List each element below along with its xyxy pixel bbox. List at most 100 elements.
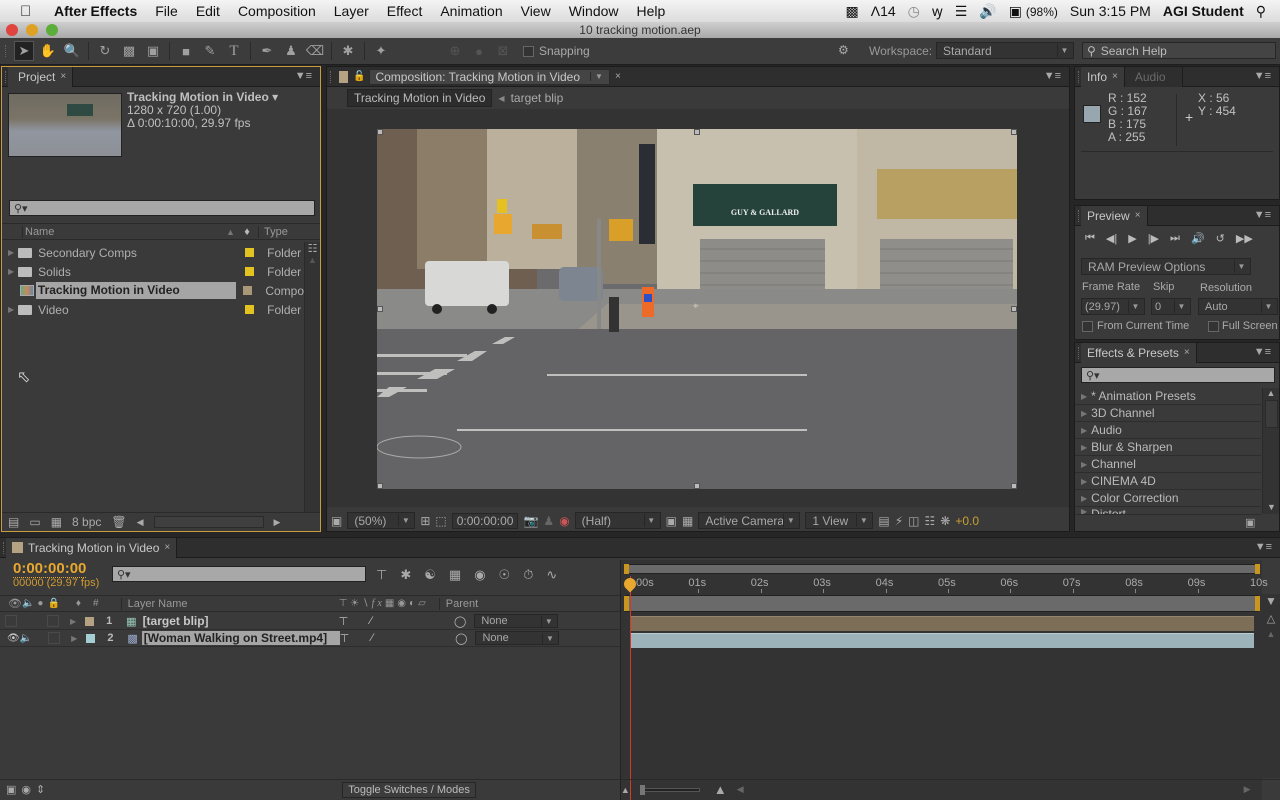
previous-frame-icon[interactable]: ◀| xyxy=(1106,232,1117,245)
bounding-handle[interactable] xyxy=(377,129,383,135)
menu-effect[interactable]: Effect xyxy=(378,3,432,19)
puppet-pin-tool-icon[interactable]: ✦ xyxy=(371,41,391,61)
effect-category[interactable]: ▶ 3D Channel xyxy=(1075,405,1261,422)
toolbar-grip[interactable] xyxy=(5,45,8,57)
effect-category[interactable]: ▶ * Animation Presets xyxy=(1075,388,1261,405)
tab-info[interactable]: Info × xyxy=(1081,66,1125,87)
workspace-dropdown[interactable]: Standard ▼ xyxy=(936,42,1074,59)
timeline-zoom-slider[interactable] xyxy=(639,784,700,795)
auto-keyframe-icon[interactable]: ⏱ xyxy=(523,567,533,583)
next-frame-icon[interactable]: |▶ xyxy=(1148,232,1159,245)
panel-menu-icon[interactable]: ▼≡ xyxy=(1255,541,1272,553)
flowchart-icon[interactable]: ☷ xyxy=(924,514,935,528)
horizontal-scrollbar[interactable] xyxy=(153,516,264,528)
project-item[interactable]: ▶ Solids Folder xyxy=(2,262,304,281)
project-item[interactable]: ▶ Secondary Comps Folder xyxy=(2,243,304,262)
sort-ascending-icon[interactable]: ▲ xyxy=(226,227,236,237)
navigator-start-handle[interactable] xyxy=(624,564,629,574)
screen-record-icon[interactable]: ▩ xyxy=(846,3,859,20)
first-frame-icon[interactable]: ⏮ xyxy=(1085,232,1095,245)
expand-triangle-icon[interactable]: ▶ xyxy=(8,305,14,314)
hand-tool-icon[interactable]: ✋ xyxy=(38,41,58,61)
user-name[interactable]: AGI Student xyxy=(1163,3,1244,19)
draft-3d-icon[interactable]: ✱ xyxy=(400,567,411,583)
breadcrumb-root[interactable]: Tracking Motion in Video xyxy=(347,89,493,107)
effect-category[interactable]: ▶ Blur & Sharpen xyxy=(1075,439,1261,456)
in-out-stretch-icon[interactable]: ⇕ xyxy=(36,783,45,796)
close-icon[interactable]: × xyxy=(1184,347,1190,358)
parent-pickwhip-icon[interactable]: ◯ xyxy=(455,632,467,645)
transparency-grid-icon[interactable]: ▦ xyxy=(682,514,693,528)
label-swatch[interactable] xyxy=(245,305,255,314)
interpret-footage-icon[interactable]: ▤ xyxy=(8,515,19,529)
graph-editor-icon[interactable]: ∿ xyxy=(546,567,557,583)
label-column-icon[interactable]: ♦ xyxy=(236,226,258,238)
expand-triangle-icon[interactable]: ▶ xyxy=(1081,460,1087,469)
current-time-field[interactable]: 0:00:00:00 xyxy=(451,512,519,529)
workspace-settings-icon[interactable]: ⚙ xyxy=(838,43,849,57)
layer-label-color[interactable] xyxy=(86,633,96,643)
menu-app-name[interactable]: After Effects xyxy=(42,3,146,19)
layer-name[interactable]: [Woman Walking on Street.mp4] xyxy=(141,631,340,645)
panel-menu-icon[interactable]: ▼≡ xyxy=(1254,209,1271,221)
show-snapshot-icon[interactable]: ♟ xyxy=(543,514,554,528)
column-parent[interactable]: Parent xyxy=(438,597,478,610)
bounding-handle[interactable] xyxy=(377,483,383,489)
ram-preview-icon[interactable]: ▶▶ xyxy=(1236,232,1253,245)
effect-category[interactable]: ▶ Color Correction xyxy=(1075,490,1261,507)
column-type[interactable]: Type xyxy=(258,225,288,238)
close-icon[interactable]: × xyxy=(1112,71,1118,82)
expand-triangle-icon[interactable]: ▶ xyxy=(1081,443,1087,452)
mask-visibility-icon[interactable]: ⬚ xyxy=(435,514,446,528)
menu-window[interactable]: Window xyxy=(560,3,628,19)
full-screen-checkbox[interactable] xyxy=(1208,321,1219,332)
new-composition-icon[interactable]: ▦ xyxy=(51,515,62,529)
bounding-handle[interactable] xyxy=(694,129,700,135)
solo-icon[interactable]: ● xyxy=(37,598,43,609)
effect-category[interactable]: ▶ Distort xyxy=(1075,507,1261,515)
expand-triangle-icon[interactable]: ▶ xyxy=(1081,507,1087,514)
menu-animation[interactable]: Animation xyxy=(431,3,511,19)
effect-category[interactable]: ▶ Audio xyxy=(1075,422,1261,439)
column-number[interactable]: # xyxy=(93,598,99,609)
tab-project[interactable]: Project × xyxy=(8,66,74,87)
layer-bar-woman-walking[interactable] xyxy=(630,633,1254,648)
channel-icon[interactable]: ◉ xyxy=(559,514,569,528)
timeline-icon[interactable]: ◫ xyxy=(908,514,919,528)
selection-tool-icon[interactable]: ➤ xyxy=(14,41,34,61)
adobe-icon[interactable]: Λ14 xyxy=(871,3,896,19)
close-icon[interactable]: × xyxy=(1135,210,1141,221)
trash-icon[interactable]: 🗑 xyxy=(111,515,126,529)
chevron-down-icon[interactable]: ▼ xyxy=(590,72,603,81)
bounding-handle[interactable] xyxy=(1011,483,1017,489)
expand-triangle-icon[interactable]: ▶ xyxy=(1081,477,1087,486)
resolution-dropdown[interactable]: Auto ▼ xyxy=(1198,298,1278,315)
shy-switch-icon[interactable]: ⊤ xyxy=(339,615,349,628)
lock-toggle[interactable] xyxy=(47,615,59,627)
column-name[interactable]: Name xyxy=(22,225,226,238)
new-folder-icon[interactable]: ▭ xyxy=(29,515,40,529)
panel-menu-icon[interactable]: ▼≡ xyxy=(1254,346,1271,358)
tab-audio[interactable]: Audio xyxy=(1124,66,1183,87)
menu-edit[interactable]: Edit xyxy=(187,3,229,19)
lock-toggle[interactable] xyxy=(48,632,61,644)
bounding-handle[interactable] xyxy=(377,306,383,312)
anchor-point-icon[interactable]: ⌖ xyxy=(693,301,699,312)
battery-icon[interactable]: ▣ (98%) xyxy=(1009,3,1058,20)
current-time-display[interactable]: 0:00:00:00 xyxy=(13,560,87,578)
bounding-handle[interactable] xyxy=(1011,129,1017,135)
mute-audio-icon[interactable]: 🔊 xyxy=(1191,232,1205,245)
pan-behind-tool-icon[interactable]: ▣ xyxy=(143,41,163,61)
menu-composition[interactable]: Composition xyxy=(229,3,325,19)
layer-row[interactable]: ▶ 1 ▦ [target blip] ⊤ ∕ ◯ None ▼ xyxy=(0,613,620,630)
work-area-end-handle[interactable] xyxy=(1255,596,1260,611)
zoom-tool-icon[interactable]: 🔍 xyxy=(62,41,82,61)
composition-frame[interactable]: GUY & GALLARD ⌖ xyxy=(377,129,1017,489)
type-tool-icon[interactable]: T xyxy=(224,41,244,61)
panel-grip[interactable] xyxy=(330,70,333,83)
expand-triangle-icon[interactable]: ▶ xyxy=(1081,392,1087,401)
tab-preview[interactable]: Preview × xyxy=(1081,205,1148,226)
menu-file[interactable]: File xyxy=(146,3,187,19)
effects-scrollbar[interactable]: ▲ ▼ xyxy=(1262,388,1279,514)
scroll-right-icon[interactable]: ▶ xyxy=(274,517,281,528)
